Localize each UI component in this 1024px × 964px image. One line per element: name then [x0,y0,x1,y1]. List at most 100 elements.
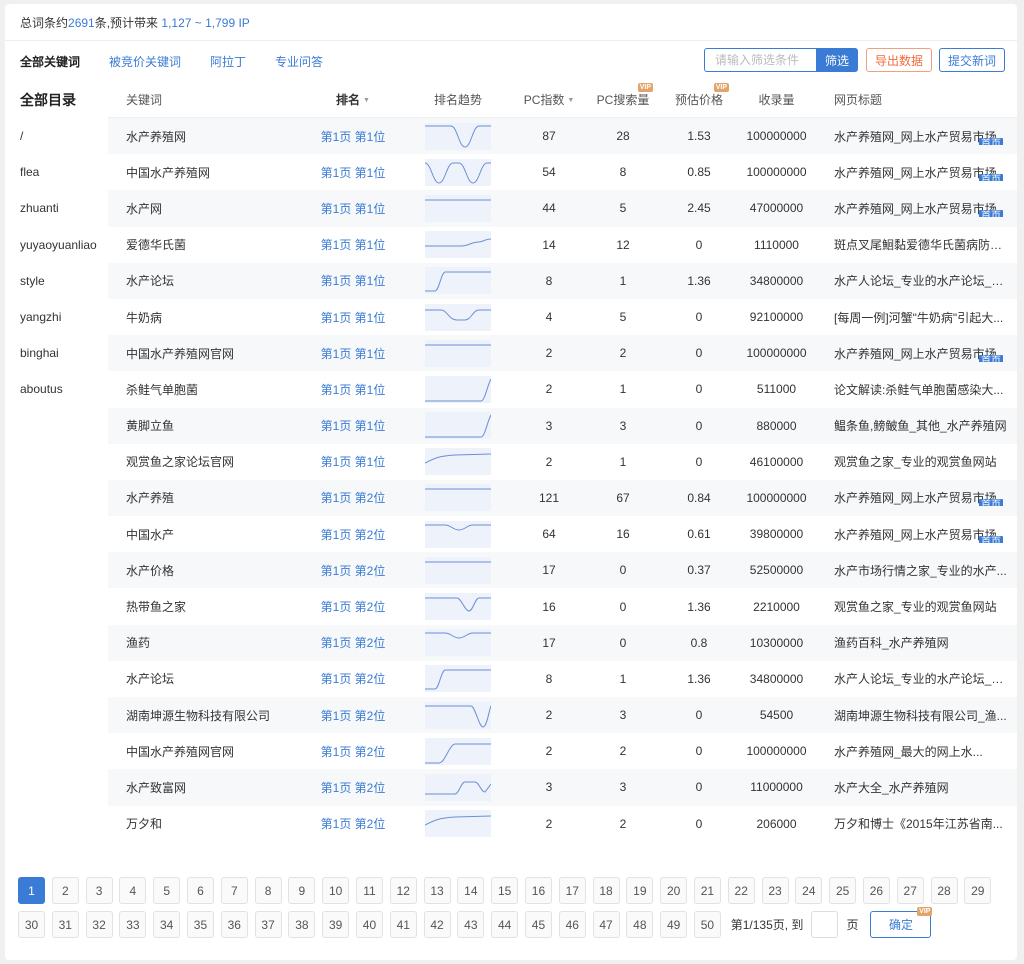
rank-link[interactable]: 第1页 第2位 [303,779,403,796]
page-button[interactable]: 26 [862,877,890,904]
page-button[interactable]: 47 [592,911,620,938]
page-button[interactable]: 30 [18,911,45,938]
page-button[interactable]: 22 [727,877,755,904]
sidebar-item[interactable]: flea [20,154,108,190]
page-title-link[interactable]: 湖南坤源生物科技有限公司_渔... [834,707,1007,724]
page-button[interactable]: 27 [896,877,924,904]
page-title-link[interactable]: 水产养殖网_网上水产贸易市场 [834,526,997,543]
page-button[interactable]: 12 [389,877,417,904]
rank-link[interactable]: 第1页 第1位 [303,345,403,362]
export-button[interactable]: 导出数据 [865,48,932,72]
page-button[interactable]: 32 [85,911,113,938]
page-title-link[interactable]: 水产养殖网_网上水产贸易市场 [834,164,997,181]
page-button[interactable]: 3 [85,877,113,904]
page-button[interactable]: 20 [660,877,688,904]
page-button[interactable]: 44 [491,911,519,938]
page-button[interactable]: 17 [558,877,586,904]
rank-link[interactable]: 第1页 第2位 [303,489,403,506]
submit-new-keyword-button[interactable]: 提交新词 [938,48,1005,72]
page-title-link[interactable]: 水产养殖网_网上水产贸易市场 [834,345,997,362]
page-button[interactable]: 4 [119,877,147,904]
page-title-link[interactable]: 斑点叉尾鮰黏爱德华氏菌病防治... [834,236,1007,253]
rank-link[interactable]: 第1页 第1位 [303,128,403,145]
sidebar-item[interactable]: yangzhi [20,299,108,335]
page-button[interactable]: 43 [457,911,485,938]
page-title-link[interactable]: 水产大全_水产养殖网 [834,779,949,796]
page-button[interactable]: 6 [186,877,214,904]
page-button[interactable]: 36 [220,911,248,938]
page-button[interactable]: 1 [18,877,45,904]
page-button[interactable]: 28 [930,877,958,904]
page-button[interactable]: 29 [964,877,992,904]
page-button[interactable]: 16 [524,877,552,904]
page-button[interactable]: 10 [322,877,350,904]
header-rank[interactable]: 排名 ▼ [303,91,403,108]
page-title-link[interactable]: 水产人论坛_专业的水产论坛_水... [834,670,1007,687]
page-button[interactable]: 7 [220,877,248,904]
page-title-link[interactable]: 论文解读:杀鲑气单胞菌感染大... [834,381,1003,398]
page-button[interactable]: 24 [795,877,823,904]
rank-link[interactable]: 第1页 第1位 [303,453,403,470]
page-button[interactable]: 38 [288,911,316,938]
page-title-link[interactable]: 鳁条鱼,鳑鲏鱼_其他_水产养殖网 [834,417,1007,434]
page-button[interactable]: 23 [761,877,789,904]
rank-link[interactable]: 第1页 第1位 [303,417,403,434]
rank-link[interactable]: 第1页 第2位 [303,670,403,687]
rank-link[interactable]: 第1页 第2位 [303,526,403,543]
tab-3[interactable]: 专业问答 [275,53,323,70]
page-title-link[interactable]: 观赏鱼之家_专业的观赏鱼网站 [834,453,997,470]
tab-0[interactable]: 全部关键词 [20,53,80,70]
filter-button[interactable]: 筛选 [815,48,858,72]
page-title-link[interactable]: 水产养殖网_网上水产贸易市场 [834,128,997,145]
page-button[interactable]: 19 [626,877,654,904]
rank-link[interactable]: 第1页 第2位 [303,634,403,651]
page-button[interactable]: 45 [524,911,552,938]
page-button[interactable]: 33 [119,911,147,938]
page-button[interactable]: 35 [186,911,214,938]
sidebar-item[interactable]: / [20,118,108,154]
rank-link[interactable]: 第1页 第2位 [303,815,403,832]
page-button[interactable]: 21 [693,877,721,904]
page-jump-input[interactable] [811,911,839,938]
page-button[interactable]: 8 [254,877,282,904]
page-button[interactable]: 14 [457,877,485,904]
rank-link[interactable]: 第1页 第1位 [303,309,403,326]
rank-link[interactable]: 第1页 第1位 [303,236,403,253]
tab-1[interactable]: 被竞价关键词 [109,53,181,70]
page-button[interactable]: 41 [389,911,417,938]
page-button[interactable]: 49 [660,911,688,938]
page-title-link[interactable]: 渔药百科_水产养殖网 [834,634,949,651]
rank-link[interactable]: 第1页 第2位 [303,562,403,579]
page-title-link[interactable]: 水产人论坛_专业的水产论坛_水... [834,272,1007,289]
tab-2[interactable]: 阿拉丁 [210,53,246,70]
page-title-link[interactable]: [每周一例]河蟹"牛奶病"引起大... [834,309,1003,326]
sidebar-item[interactable]: aboutus [20,371,108,407]
page-button[interactable]: 31 [51,911,79,938]
page-button[interactable]: 46 [558,911,586,938]
rank-link[interactable]: 第1页 第1位 [303,381,403,398]
page-button[interactable]: 9 [288,877,316,904]
page-button[interactable]: 2 [51,877,79,904]
page-button[interactable]: 34 [153,911,181,938]
rank-link[interactable]: 第1页 第2位 [303,598,403,615]
page-button[interactable]: 25 [829,877,857,904]
page-title-link[interactable]: 水产养殖网_最大的网上水... [834,743,983,760]
rank-link[interactable]: 第1页 第1位 [303,200,403,217]
page-button[interactable]: 42 [423,911,451,938]
page-title-link[interactable]: 水产市场行情之家_专业的水产... [834,562,1007,579]
rank-link[interactable]: 第1页 第1位 [303,272,403,289]
page-button[interactable]: 48 [626,911,654,938]
page-title-link[interactable]: 水产养殖网_网上水产贸易市场 [834,200,997,217]
rank-link[interactable]: 第1页 第1位 [303,164,403,181]
page-title-link[interactable]: 观赏鱼之家_专业的观赏鱼网站 [834,598,997,615]
sidebar-item[interactable]: binghai [20,335,108,371]
sidebar-item[interactable]: zhuanti [20,190,108,226]
header-pc-index[interactable]: PC指数 ▼ [513,91,585,108]
page-button[interactable]: 5 [153,877,181,904]
sort-caret-icon[interactable]: ▼ [567,97,574,104]
page-button[interactable]: 37 [254,911,282,938]
page-title-link[interactable]: 万夕和博士《2015年江苏省南... [834,815,1003,832]
page-button[interactable]: 11 [355,877,383,904]
confirm-jump-button[interactable]: 确定 VIP [870,907,933,938]
sidebar-item[interactable]: style [20,263,108,299]
